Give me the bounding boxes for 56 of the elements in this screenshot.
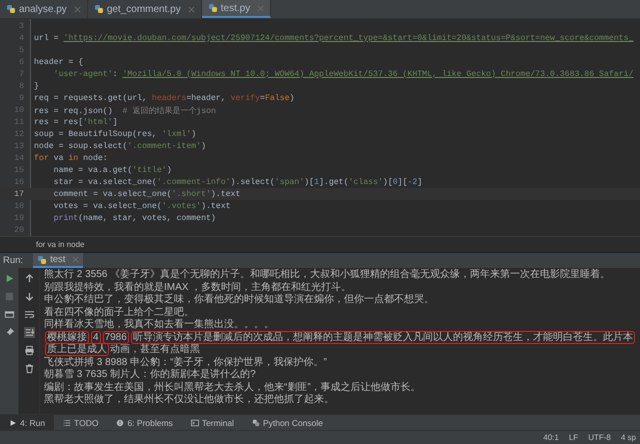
code-line: req = requests.get(url, headers=header, verify=False) <box>34 94 294 102</box>
console-output-line: 看在四不像的面子上给个二星吧。 <box>44 306 195 318</box>
breadcrumb[interactable]: for va in node <box>36 240 84 249</box>
console-output-line: 飞侠式拼搏 3 8988 申公豹：“姜子牙，你保护世界，我保护你。” <box>44 356 328 368</box>
tool-window-button[interactable]: Python Console <box>242 415 332 430</box>
code-line: res = res['html'] <box>34 118 118 126</box>
scroll-to-end-icon[interactable] <box>24 327 34 338</box>
console-output-line: 同样看冰天雪地，我真不如去看一集熊出没。。。。 <box>44 319 275 332</box>
console-output-line: 编剧：故事发生在美国，州长叫黑帮老大去杀人，他来“剿匪”，事成之后让他做市长。 <box>44 382 422 394</box>
status-item[interactable]: UTF-8 <box>588 433 611 442</box>
run-label: Run: <box>3 255 24 266</box>
code-line: name = va.a.get('title') <box>52 166 172 174</box>
line-number: 17 <box>13 190 24 198</box>
file-tab[interactable]: analyse.py <box>0 0 88 18</box>
tool-window-button[interactable]: 6: Problems <box>107 415 182 430</box>
python-file-icon <box>6 4 16 14</box>
python-file-icon <box>94 4 104 14</box>
code-line: res = req.json() # 返回的结果是一个json <box>34 106 216 116</box>
file-tab[interactable]: test.py <box>202 0 272 18</box>
file-tab[interactable]: get_comment.py <box>88 0 202 18</box>
layout-icon[interactable] <box>4 309 14 320</box>
tool-window-button[interactable]: 4: Run <box>0 415 54 430</box>
code-line: node = soup.select('.comment-item') <box>34 142 206 150</box>
down-arrow-icon[interactable] <box>24 291 34 302</box>
print-icon[interactable] <box>24 345 34 356</box>
code-line: header = { <box>34 58 84 66</box>
console-output-line: 黑帮老大照做了，结果州长不仅没让他做市长，还把他抓了起来。 <box>44 394 335 406</box>
soft-wrap-icon[interactable] <box>24 309 34 320</box>
code-line: star = va.select_one('.comment-info').select('span')[1].get('class')[0][-2] <box>52 178 422 186</box>
code-line: comment = va.select_one('.short').text <box>52 190 240 198</box>
python-file-icon <box>37 254 48 264</box>
code-line: soup = BeautifulSoup(res, 'lxml') <box>34 130 196 138</box>
status-item[interactable]: LF <box>568 433 578 442</box>
code-line: 'user-agent': 'Mozilla/5.0 (Windows NT 10.0; WOW64) AppleWebKit/537.36 (KHTML, like Gecko) Chrome/73.0.3683.86 Safari/ <box>52 70 634 78</box>
console-output-line: 熊太行 2 3556 《姜子牙》真是个无聊的片子。和哪吒相比，大叔和小狐狸精的组合毫无观众缘，两年来第一次在电影院里睡着。 <box>44 269 612 282</box>
console-output-line: 朝暮雪 3 7635 制片人：你的新剧本是讲什么的? <box>44 369 257 382</box>
code-line: } <box>34 82 39 90</box>
code-line: print(name, star, votes, comment) <box>52 214 216 222</box>
run-icon <box>9 418 17 426</box>
trash-icon[interactable] <box>24 363 34 374</box>
list-icon <box>63 418 72 426</box>
python-file-icon <box>208 3 218 13</box>
console-output-line: 别跟我提特效，我看的就是IMAX ，多数时间，主角都在和红光打斗。 <box>44 282 352 294</box>
code-line: votes = va.select_one('.votes').text <box>52 202 231 210</box>
python-icon <box>252 418 260 426</box>
run-tab[interactable]: test <box>33 253 84 268</box>
terminal-icon <box>190 418 199 426</box>
tool-window-button[interactable]: Terminal <box>182 415 243 430</box>
warning-icon <box>116 418 124 426</box>
up-arrow-icon[interactable] <box>24 273 34 284</box>
tool-window-button[interactable]: TODO <box>54 415 108 430</box>
console-output-line: 申公豹不结巴了，变得极其乏味，你看他死的时候知道导演在煽你，但你一点都不想哭。 <box>44 294 435 306</box>
status-item[interactable]: 4 sp <box>620 433 636 442</box>
code-line: url = 'https://movie.douban.com/subject/25907124/comments?percent_type=&start=0&limit=20&status=P&sort=new_score&comments_ <box>34 34 634 42</box>
code-line: for va in node: <box>34 154 108 162</box>
status-item[interactable]: 40:1 <box>543 433 559 442</box>
